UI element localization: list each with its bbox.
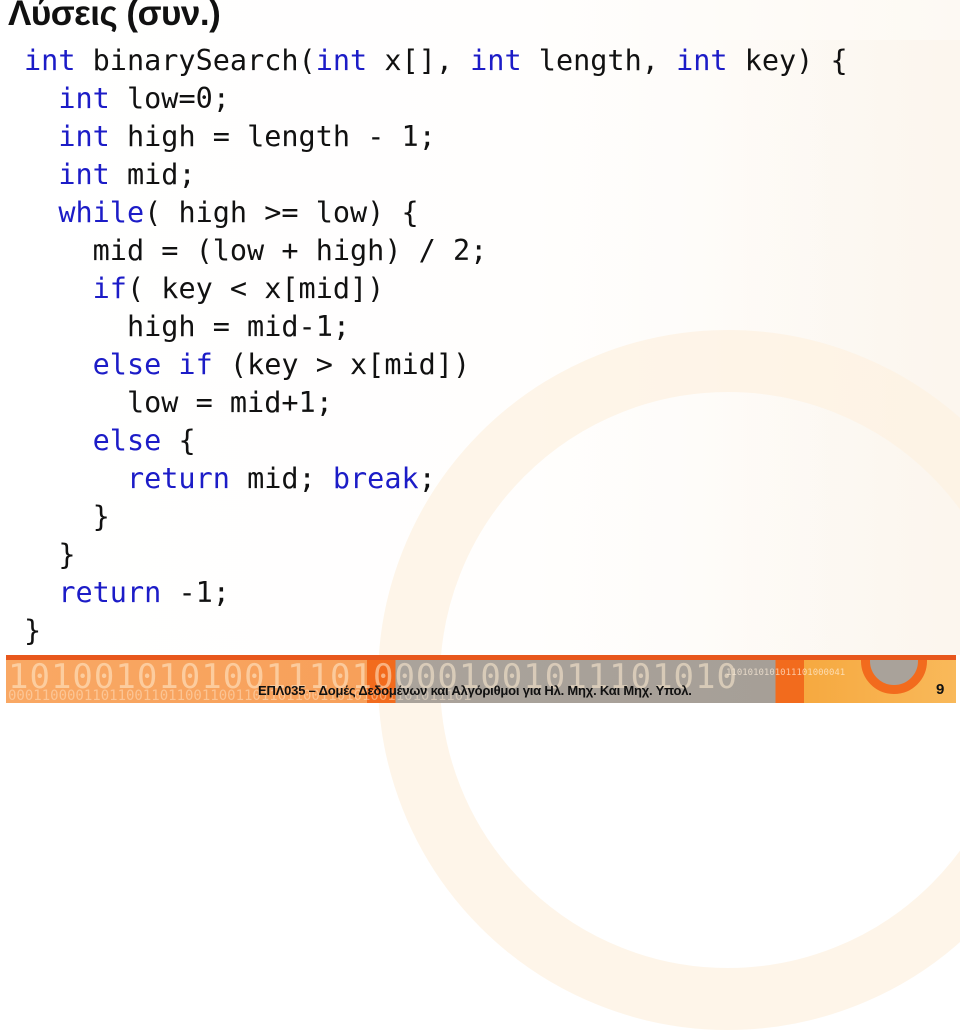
code-keyword: return — [126, 462, 230, 495]
slide-footer: 1010010101001110100001001011101010 00011… — [0, 655, 960, 703]
code-line: int binarySearch(int x[], int length, in… — [24, 42, 848, 80]
code-text: key) { — [727, 44, 848, 77]
code-text: ( key < x[mid]) — [126, 272, 385, 305]
code-line: } — [24, 612, 848, 650]
code-line: return mid; break; — [24, 460, 848, 498]
code-text: ; — [418, 462, 436, 495]
code-keyword: int — [24, 44, 76, 77]
code-line: int mid; — [24, 156, 848, 194]
code-line: } — [24, 498, 848, 536]
code-line: mid = (low + high) / 2; — [24, 232, 848, 270]
code-line: else if (key > x[mid]) — [24, 346, 848, 384]
code-text: (key > x[mid]) — [212, 348, 471, 381]
code-text: x[], — [367, 44, 471, 77]
code-line: if( key < x[mid]) — [24, 270, 848, 308]
code-text: ( high >= low) { — [144, 196, 419, 229]
code-line: } — [24, 536, 848, 574]
code-keyword: int — [315, 44, 368, 77]
code-keyword: else if — [92, 348, 213, 381]
code-text: high = length - 1; — [109, 120, 436, 153]
code-text: } — [24, 538, 76, 571]
code-keyword: int — [676, 44, 728, 77]
slide-title: Λύσεις (συν.) — [8, 0, 221, 33]
code-text: high = mid-1; — [24, 310, 351, 343]
code-line: int low=0; — [24, 80, 848, 118]
ring-decoration — [861, 660, 927, 694]
code-line: high = mid-1; — [24, 308, 848, 346]
code-line: low = mid+1; — [24, 384, 848, 422]
page-number: 9 — [936, 681, 945, 698]
code-text: mid; — [109, 158, 196, 191]
code-text: binarySearch( — [75, 44, 316, 77]
code-keyword: return — [58, 576, 162, 609]
code-text: } — [24, 500, 110, 533]
code-keyword: if — [92, 272, 127, 305]
code-text: mid; — [229, 462, 333, 495]
code-text: mid = (low + high) / 2; — [24, 234, 488, 267]
code-keyword: int — [58, 120, 110, 153]
code-text: { — [161, 424, 196, 457]
code-text: -1; — [161, 576, 230, 609]
code-keyword: int — [58, 158, 110, 191]
code-text: } — [24, 614, 42, 647]
code-line: return -1; — [24, 574, 848, 612]
code-line: else { — [24, 422, 848, 460]
code-keyword: else — [92, 424, 162, 457]
binary-pattern-right: 1101010101011101000041 — [726, 668, 846, 678]
code-keyword: break — [332, 462, 419, 495]
code-line: while( high >= low) { — [24, 194, 848, 232]
code-block: int binarySearch(int x[], int length, in… — [24, 42, 848, 650]
code-text: length, — [521, 44, 677, 77]
code-keyword: int — [58, 82, 110, 115]
code-text: low = mid+1; — [24, 386, 333, 419]
code-line: int high = length - 1; — [24, 118, 848, 156]
code-keyword: int — [470, 44, 522, 77]
code-text: low=0; — [109, 82, 230, 115]
code-keyword: while — [58, 196, 145, 229]
course-title: ΕΠΛ035 – Δομές Δεδομένων και Αλγόριθμοι … — [258, 683, 692, 698]
